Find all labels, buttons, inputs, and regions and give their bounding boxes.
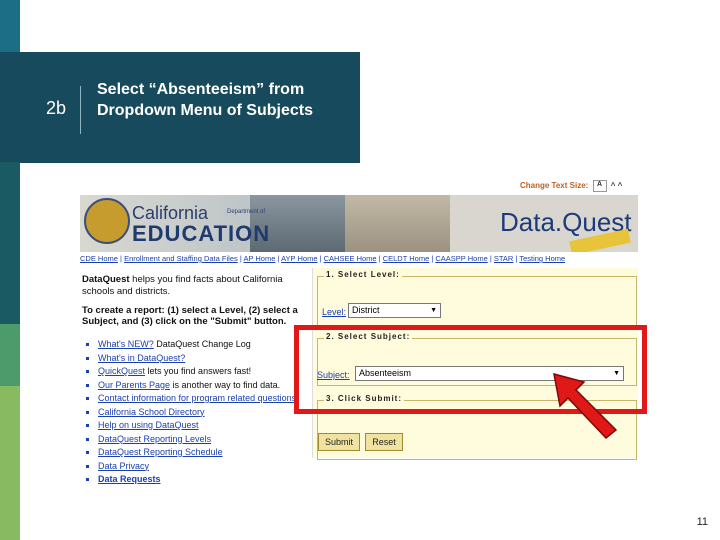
list-item: DataQuest Reporting Levels (98, 433, 318, 447)
help-link[interactable]: Data Requests (98, 474, 161, 484)
side-stripe (0, 52, 20, 162)
nav-link[interactable]: CAHSEE Home (324, 254, 377, 263)
list-item: California School Directory (98, 406, 318, 420)
nav-link[interactable]: AP Home (243, 254, 275, 263)
list-item: What's NEW? DataQuest Change Log (98, 338, 318, 352)
banner-photo (345, 195, 450, 252)
help-link-text: lets you find answers fast! (145, 366, 252, 376)
nav-links: CDE Home | Enrollment and Staffing Data … (80, 254, 566, 263)
help-link[interactable]: What's in DataQuest? (98, 353, 185, 363)
cde-banner: California Department of EDUCATION Data.… (80, 195, 638, 252)
step-title: Select “Absenteeism” from Dropdown Menu … (97, 81, 313, 119)
state-seal-icon (84, 198, 130, 244)
nav-link[interactable]: STAR (494, 254, 513, 263)
list-item: Our Parents Page is another way to find … (98, 379, 318, 393)
help-link[interactable]: Help on using DataQuest (98, 420, 199, 430)
help-link[interactable]: QuickQuest (98, 366, 145, 376)
help-link[interactable]: Our Parents Page (98, 380, 170, 390)
level-label: Level: (322, 307, 347, 317)
page-number: 11 (696, 516, 708, 528)
text-size-arrows[interactable]: ^ ^ (611, 181, 623, 190)
help-link[interactable]: Data Privacy (98, 461, 149, 471)
level-section-legend: 1. Select Level: (324, 270, 402, 279)
step-number: 2b (46, 98, 67, 118)
nav-link[interactable]: CAASPP Home (435, 254, 487, 263)
submit-button[interactable]: Submit (318, 433, 360, 451)
level-select-value: District (352, 305, 380, 315)
side-stripe (0, 0, 20, 52)
list-item: Help on using DataQuest (98, 419, 318, 433)
list-item: Data Requests (98, 473, 318, 487)
change-text-label: Change Text Size: (520, 181, 589, 191)
step-divider (80, 86, 81, 134)
education-wordmark: EDUCATION (132, 221, 271, 246)
nav-link[interactable]: Enrollment and Staffing Data Files (124, 254, 238, 263)
chevron-down-icon: ▼ (430, 307, 437, 314)
intro-text: DataQuest helps you find facts about Cal… (82, 274, 302, 298)
side-stripe (0, 386, 20, 540)
side-stripe (0, 162, 20, 324)
pointer-arrow-icon (553, 372, 618, 440)
reset-button[interactable]: Reset (365, 433, 403, 451)
department-of-label: Department of (227, 209, 266, 215)
list-item: DataQuest Reporting Schedule (98, 446, 318, 460)
intro-brand: DataQuest (82, 274, 130, 285)
step-header: 2b Select “Absenteeism” from Dropdown Me… (20, 52, 360, 163)
level-section: 1. Select Level: Level: District ▼ (317, 270, 637, 330)
help-link[interactable]: Contact information for program related … (98, 393, 296, 403)
help-link[interactable]: What's NEW? (98, 339, 154, 349)
nav-link[interactable]: AYP Home (281, 254, 317, 263)
level-select[interactable]: District ▼ (348, 303, 441, 318)
instructions-text: To create a report: (1) select a Level, … (82, 305, 298, 327)
list-item: QuickQuest lets you find answers fast! (98, 365, 318, 379)
list-item: Contact information for program related … (98, 392, 318, 406)
side-stripe (0, 324, 20, 386)
help-link-text: DataQuest Change Log (153, 339, 251, 349)
text-size-box[interactable]: A (592, 180, 607, 192)
help-link[interactable]: DataQuest Reporting Levels (98, 434, 211, 444)
list-item: Data Privacy (98, 460, 318, 474)
help-link[interactable]: California School Directory (98, 407, 205, 417)
list-item: What's in DataQuest? (98, 352, 318, 366)
nav-link[interactable]: Testing Home (519, 254, 565, 263)
nav-link[interactable]: CDE Home (80, 254, 118, 263)
help-link[interactable]: DataQuest Reporting Schedule (98, 447, 223, 457)
change-text-size: Change Text Size: A ^ ^ (520, 180, 622, 192)
help-link-text: is another way to find data. (170, 379, 281, 390)
help-links-list: What's NEW? DataQuest Change Log What's … (88, 338, 318, 487)
nav-link[interactable]: CELDT Home (383, 254, 430, 263)
